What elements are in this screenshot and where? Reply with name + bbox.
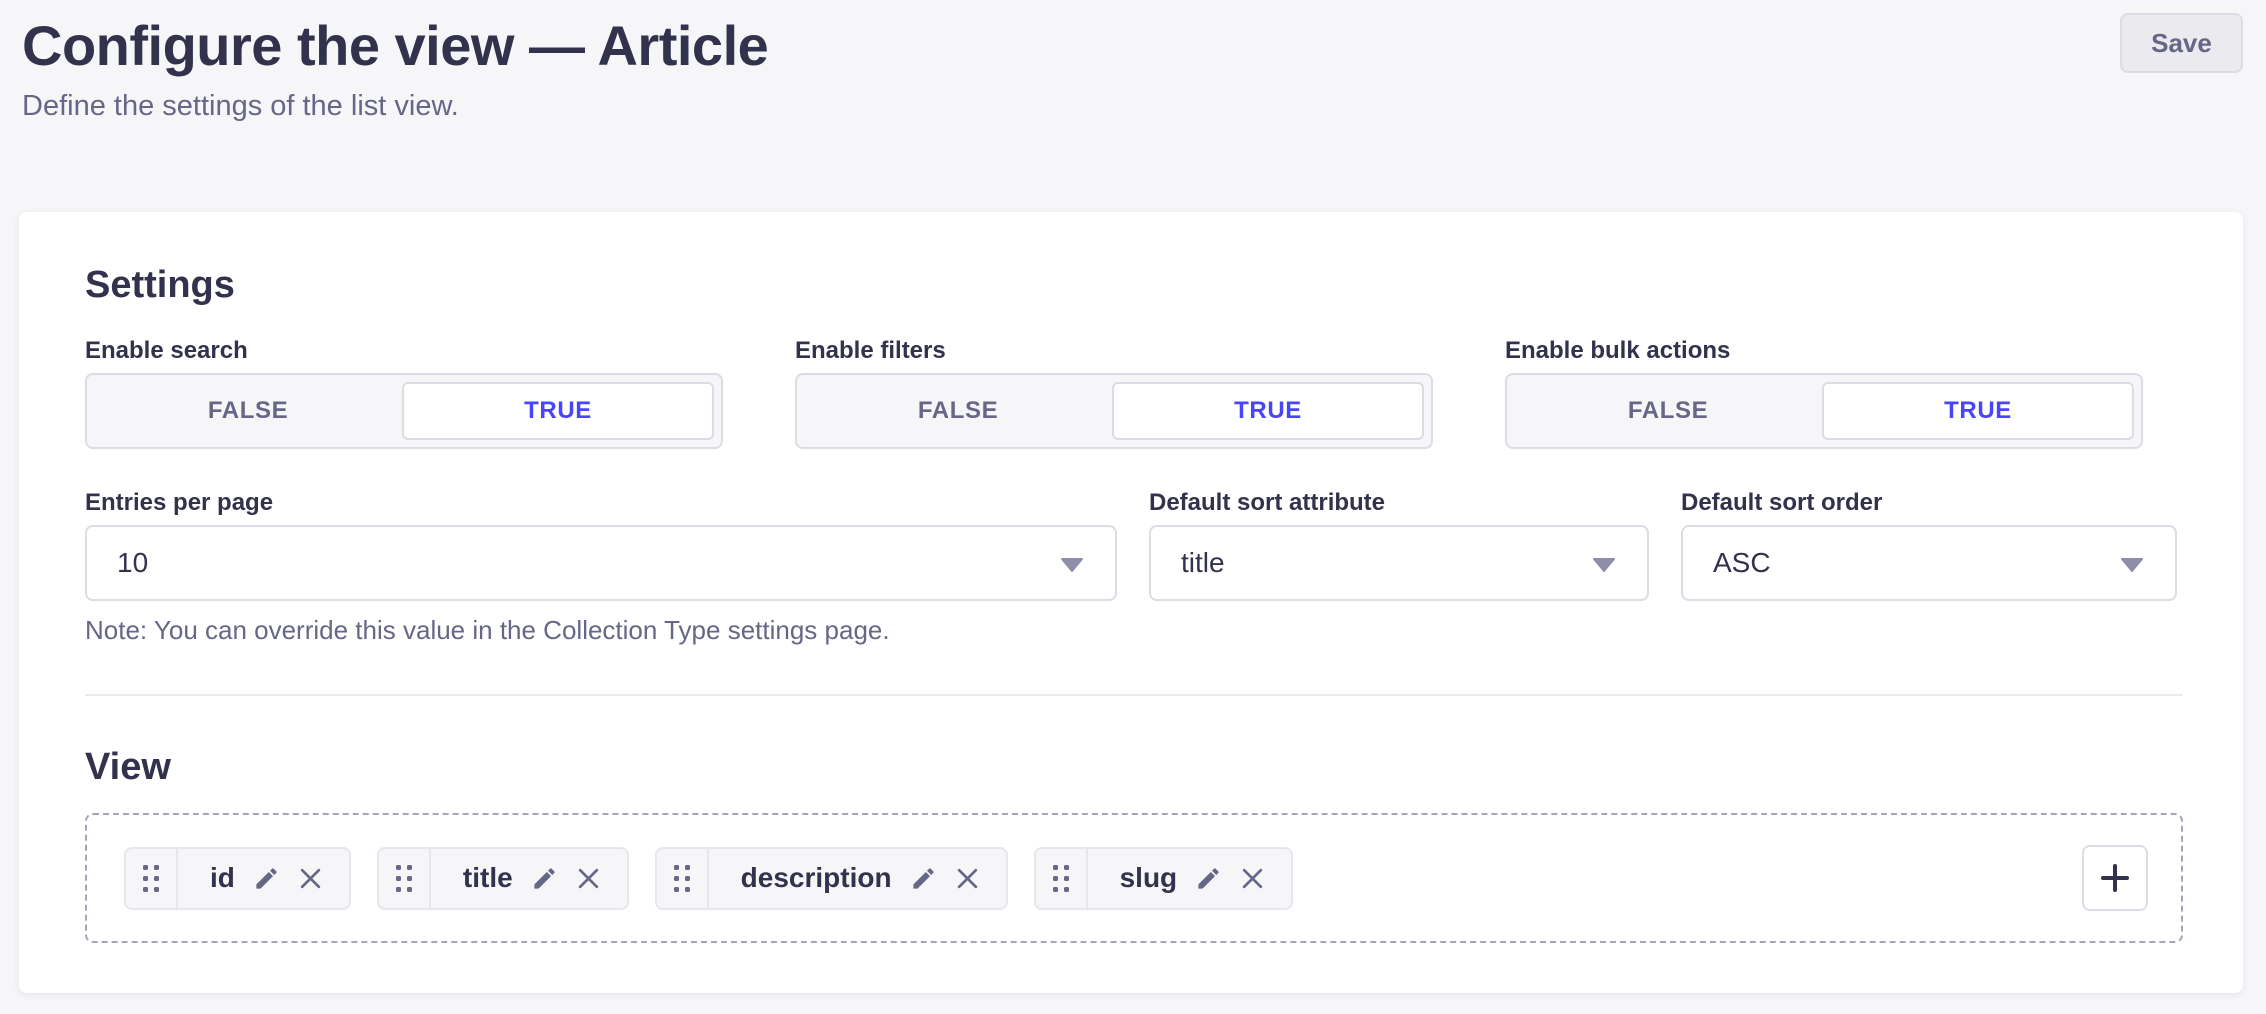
drag-handle[interactable] bbox=[379, 849, 431, 908]
default-sort-order-field: Default sort order ASC bbox=[1681, 490, 2177, 645]
field-chip-id[interactable]: id bbox=[124, 847, 351, 910]
enable-search-label: Enable search bbox=[85, 338, 723, 364]
default-sort-order-value: ASC bbox=[1713, 547, 1771, 579]
page-title: Configure the view — Article bbox=[22, 14, 2243, 78]
caret-down-icon bbox=[2121, 558, 2143, 572]
field-chip-list: id title bbox=[124, 847, 2082, 910]
add-field-button[interactable] bbox=[2082, 845, 2148, 911]
entries-per-page-value: 10 bbox=[117, 547, 148, 579]
enable-bulk-actions-field: Enable bulk actions FALSE TRUE bbox=[1505, 338, 2143, 449]
entries-per-page-label: Entries per page bbox=[85, 490, 1117, 516]
enable-search-true-option[interactable]: TRUE bbox=[402, 382, 714, 440]
page-header: Configure the view — Article Define the … bbox=[22, 14, 2243, 123]
section-divider bbox=[85, 694, 2183, 696]
enable-search-false-option[interactable]: FALSE bbox=[94, 382, 402, 440]
pencil-icon bbox=[1195, 865, 1222, 892]
enable-bulk-actions-true-option[interactable]: TRUE bbox=[1822, 382, 2134, 440]
enable-filters-false-option[interactable]: FALSE bbox=[804, 382, 1112, 440]
entries-per-page-note: Note: You can override this value in the… bbox=[85, 615, 1117, 645]
enable-bulk-actions-toggle[interactable]: FALSE TRUE bbox=[1505, 373, 2143, 449]
default-sort-order-select[interactable]: ASC bbox=[1681, 525, 2177, 601]
view-section-heading: View bbox=[85, 748, 2183, 786]
close-icon bbox=[955, 866, 980, 891]
field-chip-body: description bbox=[709, 849, 1006, 908]
default-sort-attribute-field: Default sort attribute title bbox=[1149, 490, 1649, 645]
enable-search-field: Enable search FALSE TRUE bbox=[85, 338, 723, 449]
enable-filters-true-option[interactable]: TRUE bbox=[1112, 382, 1424, 440]
close-icon bbox=[298, 866, 323, 891]
field-chip-slug[interactable]: slug bbox=[1034, 847, 1294, 910]
field-chip-body: id bbox=[178, 849, 349, 908]
field-chip-label: slug bbox=[1120, 862, 1178, 894]
pencil-icon bbox=[910, 865, 937, 892]
caret-down-icon bbox=[1061, 558, 1083, 572]
entries-per-page-select[interactable]: 10 bbox=[85, 525, 1117, 601]
pencil-icon bbox=[531, 865, 558, 892]
edit-field-button[interactable] bbox=[253, 865, 280, 892]
drag-dots-icon bbox=[143, 865, 159, 892]
default-sort-attribute-value: title bbox=[1181, 547, 1225, 579]
pencil-icon bbox=[253, 865, 280, 892]
caret-down-icon bbox=[1593, 558, 1615, 572]
field-drop-zone: id title bbox=[85, 813, 2183, 943]
drag-dots-icon bbox=[674, 865, 690, 892]
configure-view-card: Settings Enable search FALSE TRUE Enable… bbox=[19, 212, 2243, 993]
field-chip-body: slug bbox=[1088, 849, 1292, 908]
field-chip-title[interactable]: title bbox=[377, 847, 629, 910]
entries-per-page-field: Entries per page 10 Note: You can overri… bbox=[85, 490, 1117, 645]
default-sort-order-label: Default sort order bbox=[1681, 490, 2177, 516]
drag-dots-icon bbox=[396, 865, 412, 892]
settings-section-heading: Settings bbox=[85, 266, 2183, 304]
drag-handle[interactable] bbox=[126, 849, 178, 908]
field-chip-label: title bbox=[463, 862, 513, 894]
enable-search-toggle[interactable]: FALSE TRUE bbox=[85, 373, 723, 449]
close-icon bbox=[576, 866, 601, 891]
drag-handle[interactable] bbox=[1036, 849, 1088, 908]
edit-field-button[interactable] bbox=[1195, 865, 1222, 892]
remove-field-button[interactable] bbox=[576, 866, 601, 891]
settings-select-row: Entries per page 10 Note: You can overri… bbox=[85, 490, 2183, 645]
remove-field-button[interactable] bbox=[955, 866, 980, 891]
default-sort-attribute-select[interactable]: title bbox=[1149, 525, 1649, 601]
edit-field-button[interactable] bbox=[531, 865, 558, 892]
settings-toggle-row: Enable search FALSE TRUE Enable filters … bbox=[85, 338, 2183, 449]
field-chip-label: description bbox=[741, 862, 892, 894]
field-chip-description[interactable]: description bbox=[655, 847, 1008, 910]
page-subtitle: Define the settings of the list view. bbox=[22, 90, 2243, 123]
enable-filters-field: Enable filters FALSE TRUE bbox=[795, 338, 1433, 449]
remove-field-button[interactable] bbox=[298, 866, 323, 891]
enable-filters-toggle[interactable]: FALSE TRUE bbox=[795, 373, 1433, 449]
enable-bulk-actions-label: Enable bulk actions bbox=[1505, 338, 2143, 364]
remove-field-button[interactable] bbox=[1240, 866, 1265, 891]
drag-handle[interactable] bbox=[657, 849, 709, 908]
edit-field-button[interactable] bbox=[910, 865, 937, 892]
default-sort-attribute-label: Default sort attribute bbox=[1149, 490, 1649, 516]
enable-filters-label: Enable filters bbox=[795, 338, 1433, 364]
plus-icon bbox=[2099, 862, 2131, 894]
field-chip-label: id bbox=[210, 862, 235, 894]
close-icon bbox=[1240, 866, 1265, 891]
drag-dots-icon bbox=[1053, 865, 1069, 892]
enable-bulk-actions-false-option[interactable]: FALSE bbox=[1514, 382, 1822, 440]
save-button[interactable]: Save bbox=[2120, 13, 2243, 73]
field-chip-body: title bbox=[431, 849, 627, 908]
